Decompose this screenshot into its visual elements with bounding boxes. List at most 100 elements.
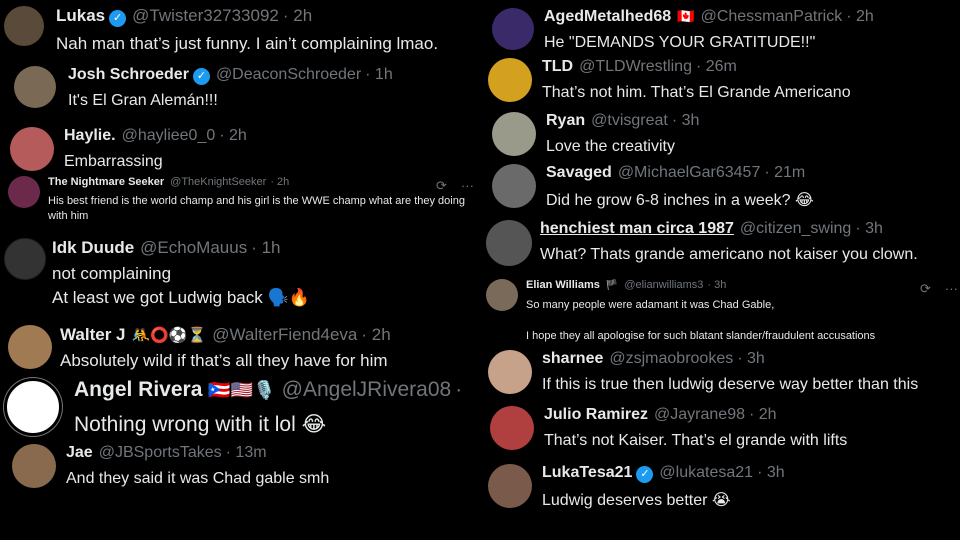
timestamp[interactable]: · 2h (846, 8, 874, 26)
avatar[interactable] (4, 6, 44, 46)
tweet-tld[interactable]: TLD @TLDWrestling · 26m That’s not him. … (488, 58, 851, 102)
user-handle[interactable]: @tvisgreat (591, 112, 668, 130)
grok-icon[interactable]: ⟳ (920, 281, 931, 297)
user-name[interactable]: LukaTesa21 (542, 464, 632, 482)
timestamp[interactable]: · 2h (749, 406, 777, 424)
tweet-text: Embarrassing (64, 153, 163, 170)
timestamp[interactable]: · 3h (757, 464, 785, 482)
user-handle[interactable]: @EchoMauus (140, 238, 247, 258)
tweet-ryan[interactable]: Ryan @tvisgreat · 3h Love the creativity (492, 112, 699, 156)
avatar[interactable] (8, 325, 52, 369)
avatar[interactable] (4, 378, 62, 436)
timestamp[interactable]: · 21m (764, 164, 805, 182)
user-name[interactable]: Angel Rivera (74, 378, 202, 402)
user-name[interactable]: Jae (66, 444, 93, 462)
tweet-text: He "DEMANDS YOUR GRATITUDE!!" (544, 34, 816, 51)
user-handle[interactable]: @TheKnightSeeker (170, 176, 266, 188)
user-name[interactable]: sharnee (542, 350, 603, 368)
tweet-text: Did he grow 6-8 inches in a week? 😂 (546, 192, 814, 209)
user-handle[interactable]: @DeaconSchroeder (216, 66, 361, 84)
tweet-controls: ⟳ ··· (920, 281, 958, 297)
user-name[interactable]: AgedMetalhed68 (544, 8, 671, 26)
tweet-nightmare-seeker[interactable]: The Nightmare Seeker @TheKnightSeeker · … (8, 176, 478, 224)
user-handle[interactable]: @JBSportsTakes (99, 444, 222, 462)
tweet-lukas[interactable]: Lukas ✓ @Twister32733092 · 2h Nah man th… (4, 6, 438, 54)
timestamp[interactable]: · 1h (251, 238, 280, 258)
avatar[interactable] (488, 350, 532, 394)
timestamp[interactable]: · 3h (855, 220, 883, 238)
user-name[interactable]: Julio Ramirez (544, 406, 648, 424)
avatar[interactable] (492, 164, 536, 208)
tweet-sharnee[interactable]: sharnee @zsjmaobrookes · 3h If this is t… (488, 350, 918, 394)
tweet-agedmetalhed68[interactable]: AgedMetalhed68 🇨🇦 @ChessmanPatrick · 2h … (492, 8, 874, 52)
avatar[interactable] (14, 66, 56, 108)
avatar[interactable] (490, 406, 534, 450)
user-handle[interactable]: @citizen_swing (740, 220, 851, 238)
timestamp[interactable]: · 13m (226, 444, 267, 462)
flag-icon: 🇨🇦 (677, 8, 695, 24)
tweet-savaged[interactable]: Savaged @MichaelGar63457 · 21m Did he gr… (492, 164, 814, 210)
tweet-idk-duude[interactable]: Idk Duude @EchoMauus · 1h not complainin… (4, 238, 310, 308)
user-name[interactable]: Josh Schroeder (68, 66, 189, 84)
tweet-text: That’s not him. That’s El Grande America… (542, 84, 851, 101)
timestamp[interactable]: · 2h (219, 127, 247, 145)
avatar[interactable] (12, 444, 56, 488)
user-name[interactable]: Elian Williams (526, 279, 600, 291)
user-handle[interactable]: @hayliee0_0 (122, 127, 216, 145)
avatar[interactable] (488, 464, 532, 508)
tweet-haylie[interactable]: Haylie. @hayliee0_0 · 2h Embarrassing (10, 127, 247, 171)
tweet-text: Nah man that’s just funny. I ain’t compl… (56, 34, 439, 53)
user-handle[interactable]: @zsjmaobrookes (609, 350, 733, 368)
timestamp[interactable]: · 3h (737, 350, 765, 368)
tweet-josh-schroeder[interactable]: Josh Schroeder ✓ @DeaconSchroeder · 1h I… (14, 66, 393, 110)
user-name[interactable]: Idk Duude (52, 238, 134, 258)
avatar[interactable] (488, 58, 532, 102)
timestamp[interactable]: · (455, 378, 462, 402)
avatar[interactable] (492, 112, 536, 156)
tweet-julio-ramirez[interactable]: Julio Ramirez @Jayrane98 · 2h That’s not… (490, 406, 847, 450)
right-column: AgedMetalhed68 🇨🇦 @ChessmanPatrick · 2h … (480, 0, 960, 540)
tweet-elian-williams[interactable]: Elian Williams 🏴 @elianwilliams3 · 3h So… (486, 279, 875, 342)
tweet-angel-rivera[interactable]: Angel Rivera 🇵🇷🇺🇸🎙️ @AngelJRivera08 · No… (4, 378, 462, 437)
timestamp[interactable]: · 2h (270, 176, 289, 188)
user-name[interactable]: Walter J (60, 325, 126, 345)
user-handle[interactable]: @MichaelGar63457 (618, 164, 761, 182)
avatar[interactable] (8, 176, 40, 208)
timestamp[interactable]: · 2h (283, 6, 312, 26)
avatar[interactable] (486, 279, 518, 311)
user-handle[interactable]: @ChessmanPatrick (701, 8, 843, 26)
user-handle[interactable]: @AngelJRivera08 (282, 378, 452, 402)
user-name[interactable]: Haylie. (64, 127, 116, 145)
user-name[interactable]: Ryan (546, 112, 585, 130)
verified-badge-icon: ✓ (109, 10, 127, 27)
tweet-jae[interactable]: Jae @JBSportsTakes · 13m And they said i… (12, 444, 329, 488)
tweet-text-line-2: I hope they all apologise for such blata… (526, 330, 876, 342)
timestamp[interactable]: · 26m (696, 58, 737, 76)
user-handle[interactable]: @WalterFiend4eva (212, 325, 357, 345)
tweet-lukatesa21[interactable]: LukaTesa21 ✓ @lukatesa21 · 3h Ludwig des… (488, 464, 785, 510)
tweet-walter-j[interactable]: Walter J 🤼⭕⚽⏳ @WalterFiend4eva · 2h Abso… (8, 325, 391, 371)
timestamp[interactable]: · 1h (365, 66, 393, 84)
user-name[interactable]: The Nightmare Seeker (48, 176, 164, 188)
avatar[interactable] (10, 127, 54, 171)
user-handle[interactable]: @TLDWrestling (579, 58, 692, 76)
user-handle[interactable]: @Twister32733092 (132, 6, 279, 26)
user-handle[interactable]: @lukatesa21 (659, 464, 753, 482)
avatar[interactable] (4, 238, 46, 280)
user-name[interactable]: henchiest man circa 1987 (540, 220, 734, 238)
tweet-text: Absolutely wild if that’s all they have … (60, 351, 388, 370)
user-name[interactable]: TLD (542, 58, 573, 76)
timestamp[interactable]: · 3h (707, 279, 726, 291)
avatar[interactable] (492, 8, 534, 50)
timestamp[interactable]: · 3h (672, 112, 700, 130)
user-handle[interactable]: @Jayrane98 (654, 406, 745, 424)
user-handle[interactable]: @elianwilliams3 (624, 279, 703, 291)
more-options-icon[interactable]: ··· (461, 178, 474, 194)
tweet-henchiest-man[interactable]: henchiest man circa 1987 @citizen_swing … (486, 220, 918, 266)
more-options-icon[interactable]: ··· (945, 281, 958, 297)
timestamp[interactable]: · 2h (361, 325, 390, 345)
user-name[interactable]: Lukas (56, 6, 105, 26)
user-name[interactable]: Savaged (546, 164, 612, 182)
grok-icon[interactable]: ⟳ (436, 178, 447, 194)
avatar[interactable] (486, 220, 532, 266)
